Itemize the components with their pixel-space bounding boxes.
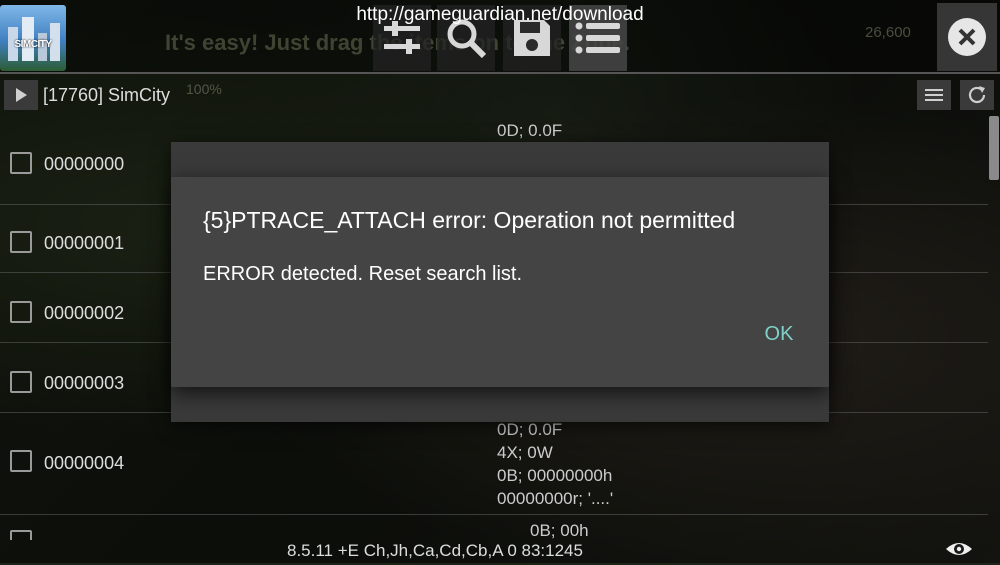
select-process-button[interactable] [4, 80, 38, 110]
list-item[interactable]: 00000004 0D; 0.0F 4X; 0W 0B; 00000000h 0… [0, 412, 988, 515]
row-address: 00000002 [44, 303, 125, 323]
row-address: 00000003 [44, 373, 125, 393]
refresh-icon [968, 86, 986, 104]
status-footer: 8.5.11 +E Ch,Jh,Ca,Cd,Cb,A 0 83:1245 [287, 541, 583, 560]
play-icon [16, 88, 27, 102]
game-progress-text: 100% [186, 81, 222, 97]
toggle-visibility-button[interactable] [944, 538, 974, 560]
row-values: 0D; 0.0F 4X; 0W 0B; 00000000h 00000000r;… [497, 420, 614, 508]
close-icon [958, 28, 976, 46]
download-url: http://gameguardian.net/download [356, 4, 644, 25]
row-checkbox[interactable] [10, 371, 32, 393]
row-address: 00000004 [44, 453, 125, 473]
row-checkbox[interactable] [10, 450, 32, 472]
refresh-button[interactable] [960, 80, 994, 110]
app-icon-logo: SIMCITY [14, 39, 52, 50]
eye-icon [946, 543, 972, 555]
divider [0, 72, 1000, 74]
menu-icon [925, 89, 943, 101]
menu-button[interactable] [917, 80, 951, 110]
row-values: 0B; 00h [530, 521, 589, 540]
row-address: 00000001 [44, 233, 125, 253]
game-score: 26,600 [865, 24, 911, 41]
row-values: 0D; 0.0F [497, 121, 563, 140]
error-dialog: {5}PTRACE_ATTACH error: Operation not pe… [171, 177, 829, 387]
row-checkbox[interactable] [10, 231, 32, 253]
dialog-title: {5}PTRACE_ATTACH error: Operation not pe… [203, 207, 736, 233]
row-address: 00000000 [44, 154, 125, 174]
row-checkbox[interactable] [10, 301, 32, 323]
close-button[interactable] [937, 3, 997, 71]
dialog-message: ERROR detected. Reset search list. [203, 263, 523, 285]
row-checkbox[interactable] [10, 530, 32, 540]
ok-button[interactable]: OK [749, 317, 809, 351]
process-label: [17760] SimCity [43, 85, 171, 105]
list-item[interactable]: 0B; 00h [0, 514, 988, 540]
process-bar: [17760] SimCity 100% [0, 76, 1000, 114]
row-checkbox[interactable] [10, 152, 32, 174]
top-bar: SIMCITY It's easy! Just drag the items o… [0, 0, 1000, 74]
list-scrollbar[interactable] [989, 116, 999, 180]
